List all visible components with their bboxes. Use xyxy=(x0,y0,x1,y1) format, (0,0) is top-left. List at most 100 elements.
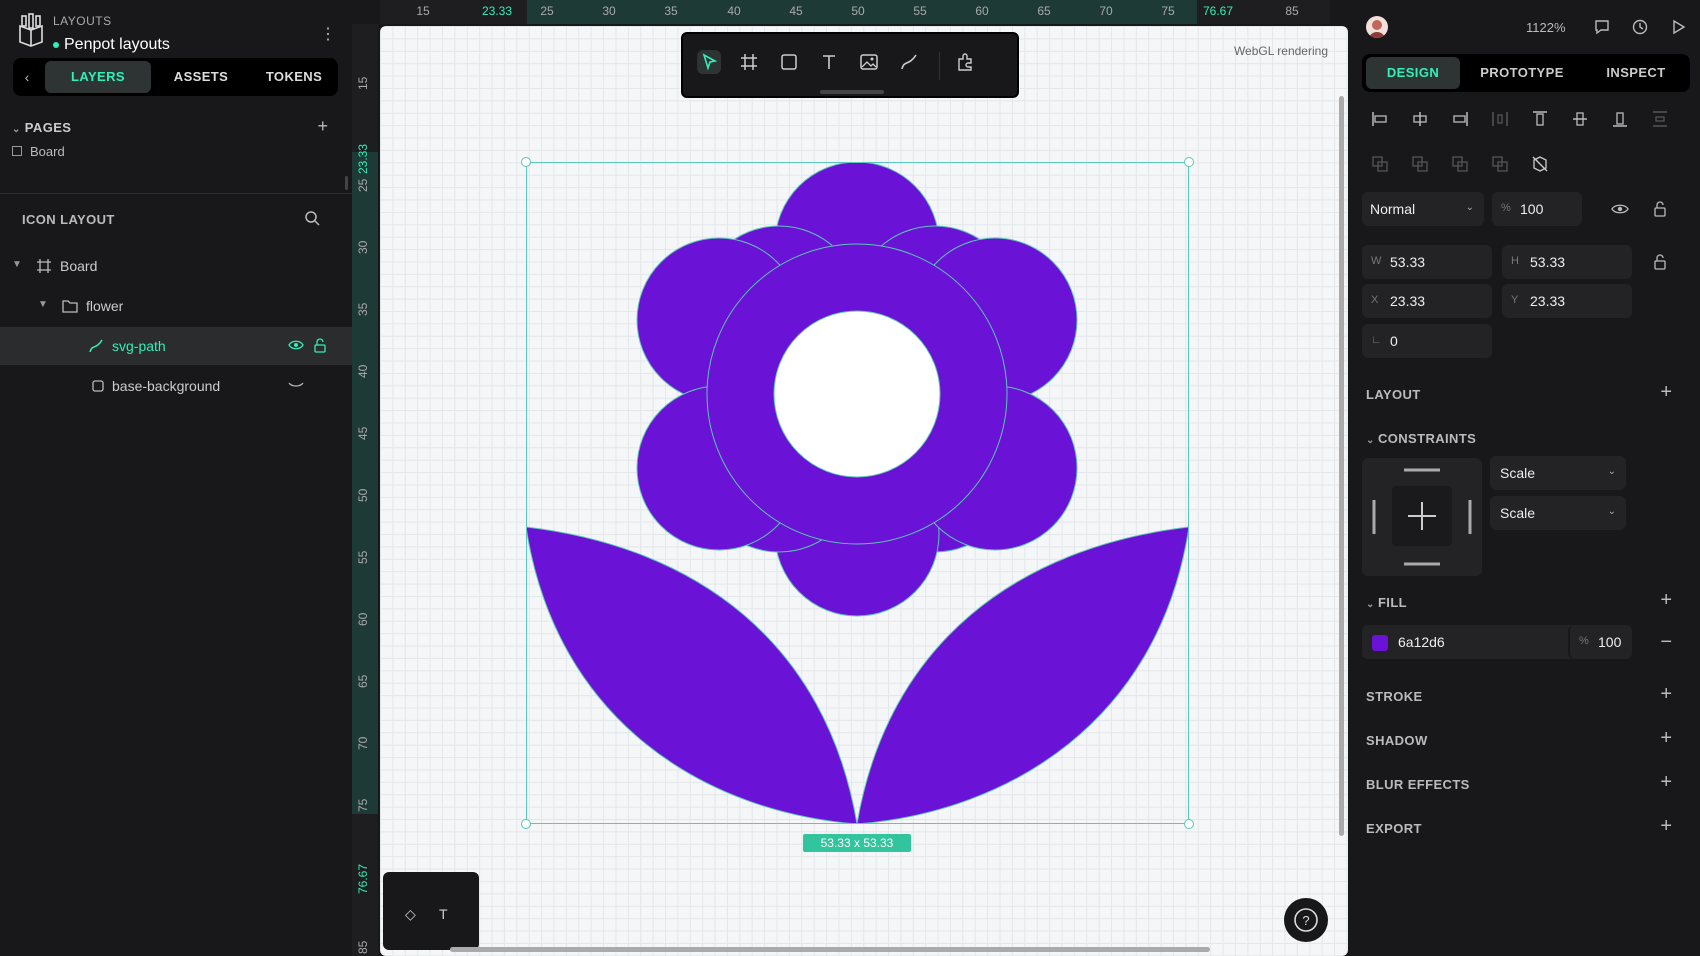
align-v-center-icon[interactable] xyxy=(1570,109,1590,129)
opacity-field[interactable]: % 100 xyxy=(1492,192,1582,226)
ruler-label: 50 xyxy=(851,4,865,18)
bool-union-icon[interactable] xyxy=(1370,154,1390,174)
y-field[interactable]: Y 23.33 xyxy=(1502,284,1632,318)
distribute-h-icon[interactable] xyxy=(1490,109,1510,129)
chevron-down-icon: ⌄ xyxy=(1607,466,1616,477)
layer-row-flower[interactable]: ▼ flower xyxy=(0,287,352,325)
align-bottom-icon[interactable] xyxy=(1610,109,1630,129)
tab-prototype[interactable]: PROTOTYPE xyxy=(1464,57,1580,89)
width-field[interactable]: W 53.33 xyxy=(1362,245,1492,279)
path-icon xyxy=(89,339,103,353)
resize-handle[interactable] xyxy=(1184,157,1194,167)
add-fill-icon[interactable]: + xyxy=(1660,589,1672,612)
percent-label: % xyxy=(1501,202,1511,214)
text-icon[interactable] xyxy=(817,50,841,74)
ruler-label: 23.33 xyxy=(356,143,370,174)
path-icon[interactable] xyxy=(897,50,921,74)
bool-difference-icon[interactable] xyxy=(1410,154,1430,174)
pointer-icon[interactable] xyxy=(697,50,721,74)
tab-tokens[interactable]: TOKENS xyxy=(251,61,337,93)
page-item-board[interactable]: Board xyxy=(12,144,65,156)
tab-design[interactable]: DESIGN xyxy=(1366,57,1460,89)
rectangle-icon[interactable] xyxy=(777,50,801,74)
layer-row-board[interactable]: ▼ Board xyxy=(0,247,352,285)
resize-handle[interactable] xyxy=(521,819,531,829)
project-name[interactable]: Penpot layouts xyxy=(64,36,170,54)
chevron-down-icon[interactable]: ▼ xyxy=(38,299,48,310)
tab-layers[interactable]: LAYERS xyxy=(45,61,151,93)
add-export-icon[interactable]: + xyxy=(1660,815,1672,838)
align-right-icon[interactable] xyxy=(1450,109,1470,129)
rotation-field[interactable]: ∟ 0 xyxy=(1362,324,1492,358)
add-shadow-icon[interactable]: + xyxy=(1660,727,1672,750)
search-icon[interactable] xyxy=(304,210,320,226)
align-top-icon[interactable] xyxy=(1530,109,1550,129)
more-options-icon[interactable]: ⋮ xyxy=(320,24,336,44)
constraints-section-title[interactable]: ⌄ CONSTRAINTS xyxy=(1366,431,1476,446)
add-blur-icon[interactable]: + xyxy=(1660,771,1672,794)
bool-exclude-icon[interactable] xyxy=(1490,154,1510,174)
y-value: 23.33 xyxy=(1530,293,1566,309)
play-icon[interactable] xyxy=(1668,17,1688,37)
eye-icon[interactable] xyxy=(1610,199,1630,219)
status-dot xyxy=(53,42,59,48)
board-icon[interactable] xyxy=(737,50,761,74)
layer-row-base-background[interactable]: base-background xyxy=(0,367,352,405)
fill-color-swatch[interactable] xyxy=(1372,635,1388,651)
selection-box[interactable] xyxy=(526,162,1189,824)
constraint-h-value: Scale xyxy=(1500,465,1536,481)
resize-handle[interactable] xyxy=(1184,819,1194,829)
add-layout-icon[interactable]: + xyxy=(1660,381,1672,404)
pages-header[interactable]: ⌄ PAGES xyxy=(12,120,71,135)
constraint-horizontal-select[interactable]: Scale ⌄ xyxy=(1490,456,1626,490)
unlock-icon[interactable] xyxy=(1650,199,1670,219)
flatten-icon[interactable] xyxy=(1530,154,1550,174)
back-chevron-icon[interactable]: ‹ xyxy=(13,58,41,96)
add-page-icon[interactable]: + xyxy=(317,116,328,137)
ruler-label: 65 xyxy=(1037,4,1051,18)
fill-opacity-value: 100 xyxy=(1598,634,1622,650)
proportion-lock-icon[interactable] xyxy=(1650,252,1670,272)
remove-fill-icon[interactable]: − xyxy=(1660,631,1672,654)
ruler-label: 85 xyxy=(1285,4,1299,18)
horizontal-scrollbar[interactable] xyxy=(450,947,1210,952)
add-stroke-icon[interactable]: + xyxy=(1660,683,1672,706)
chevron-down-icon[interactable]: ▼ xyxy=(12,259,22,270)
help-button[interactable]: ? xyxy=(1284,898,1328,942)
drop-icon[interactable]: ◇ xyxy=(405,906,416,923)
eye-closed-icon[interactable] xyxy=(288,377,304,393)
align-left-icon[interactable] xyxy=(1370,109,1390,129)
avatar[interactable] xyxy=(1366,16,1388,38)
penpot-logo-icon[interactable] xyxy=(16,12,46,48)
bool-intersection-icon[interactable] xyxy=(1450,154,1470,174)
height-field[interactable]: H 53.33 xyxy=(1502,245,1632,279)
zoom-level[interactable]: 1122% xyxy=(1526,20,1566,35)
distribute-v-icon[interactable] xyxy=(1650,109,1670,129)
constraint-vertical-select[interactable]: Scale ⌄ xyxy=(1490,496,1626,530)
blend-mode-select[interactable]: Normal ⌄ xyxy=(1362,192,1484,226)
text-icon[interactable]: T xyxy=(439,906,448,922)
plugins-icon[interactable] xyxy=(953,50,977,74)
page-icon xyxy=(12,146,22,156)
pages-scrollbar[interactable] xyxy=(345,176,348,190)
resize-handle[interactable] xyxy=(521,157,531,167)
unlock-icon[interactable] xyxy=(312,337,328,353)
layer-row-svg-path[interactable]: svg-path xyxy=(0,327,352,365)
tab-assets[interactable]: ASSETS xyxy=(153,61,249,93)
x-field[interactable]: X 23.33 xyxy=(1362,284,1492,318)
vertical-scrollbar[interactable] xyxy=(1339,96,1344,836)
align-h-center-icon[interactable] xyxy=(1410,109,1430,129)
ruler-label: 45 xyxy=(789,4,803,18)
eye-icon[interactable] xyxy=(288,337,304,353)
fill-section-title[interactable]: ⌄ FILL xyxy=(1366,595,1407,610)
image-icon[interactable] xyxy=(857,50,881,74)
constraints-widget[interactable] xyxy=(1362,458,1482,576)
toolbar-drag-handle[interactable] xyxy=(820,90,884,94)
ruler-label: 25 xyxy=(356,178,370,192)
history-icon[interactable] xyxy=(1630,17,1650,37)
fill-opacity-field[interactable]: % 100 xyxy=(1568,625,1632,659)
toolbar-divider xyxy=(939,52,940,80)
design-canvas[interactable]: WebGL rendering 53.33 x 53.33 ◇ T ? xyxy=(380,26,1348,956)
comment-icon[interactable] xyxy=(1592,17,1612,37)
tab-inspect[interactable]: INSPECT xyxy=(1584,57,1688,89)
